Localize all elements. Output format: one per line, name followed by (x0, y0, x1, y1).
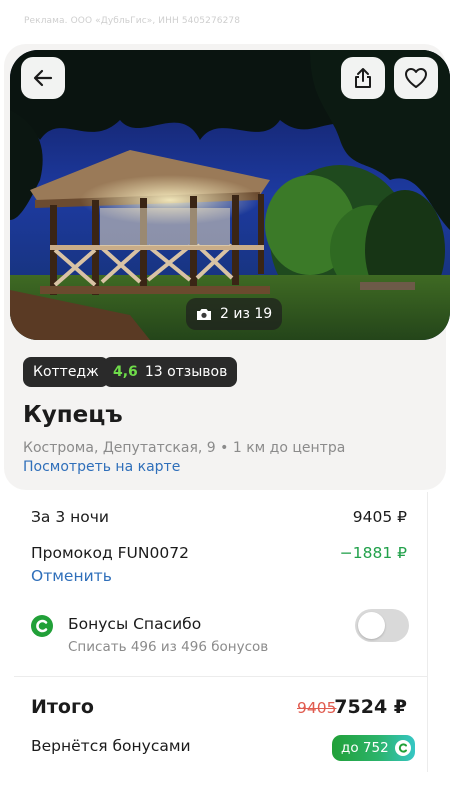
camera-icon (197, 309, 211, 320)
sber-mini-icon (394, 740, 411, 756)
bonus-return-label: Вернётся бонусами (31, 737, 191, 755)
heart-icon (405, 68, 427, 88)
bonus-title: Бонусы Спасибо (68, 615, 202, 633)
promo-code-label: Промокод FUN0072 (31, 544, 189, 562)
toggle-knob (358, 612, 385, 639)
bonus-return-badge: до 752 (332, 735, 415, 761)
new-total-price: 7524 ₽ (334, 696, 407, 718)
property-type-tag: Коттедж (23, 357, 109, 387)
reviews-count: 13 отзывов (144, 364, 228, 380)
ad-disclaimer: Реклама. ООО «ДубльГис», ИНН 5405276278 (24, 16, 241, 26)
arrow-left-icon (33, 69, 53, 87)
back-button[interactable] (21, 57, 65, 99)
price-summary-card: За 3 ночи 9405 ₽ Промокод FUN0072 −1881 … (14, 492, 428, 772)
nights-price: 9405 ₽ (352, 508, 407, 526)
bonus-toggle[interactable] (355, 609, 409, 642)
show-on-map-link[interactable]: Посмотреть на карте (23, 459, 180, 475)
favorite-button[interactable] (394, 57, 438, 99)
bonus-return-amount: до 752 (341, 740, 389, 756)
old-total-price: 9405 (297, 699, 337, 717)
divider (14, 676, 428, 677)
property-type-label: Коттедж (33, 364, 99, 380)
sber-spasibo-icon (31, 615, 53, 637)
hotel-name: Купецъ (23, 402, 123, 428)
promo-discount: −1881 ₽ (339, 544, 407, 562)
nights-label: За 3 ночи (31, 508, 109, 526)
hotel-photo[interactable] (10, 50, 450, 340)
share-icon (355, 68, 371, 88)
total-label: Итого (31, 696, 94, 718)
photo-counter-text: 2 из 19 (220, 306, 273, 322)
share-button[interactable] (341, 57, 385, 99)
rating-tag[interactable]: 4,6 13 отзывов (103, 357, 238, 387)
cancel-promo-link[interactable]: Отменить (31, 567, 112, 585)
hotel-address: Кострома, Депутатская, 9 • 1 км до центр… (23, 440, 346, 456)
rating-value: 4,6 (113, 364, 138, 380)
photo-image (10, 50, 450, 340)
bonus-subtitle: Списать 496 из 496 бонусов (68, 639, 269, 655)
photo-counter: 2 из 19 (186, 298, 283, 330)
